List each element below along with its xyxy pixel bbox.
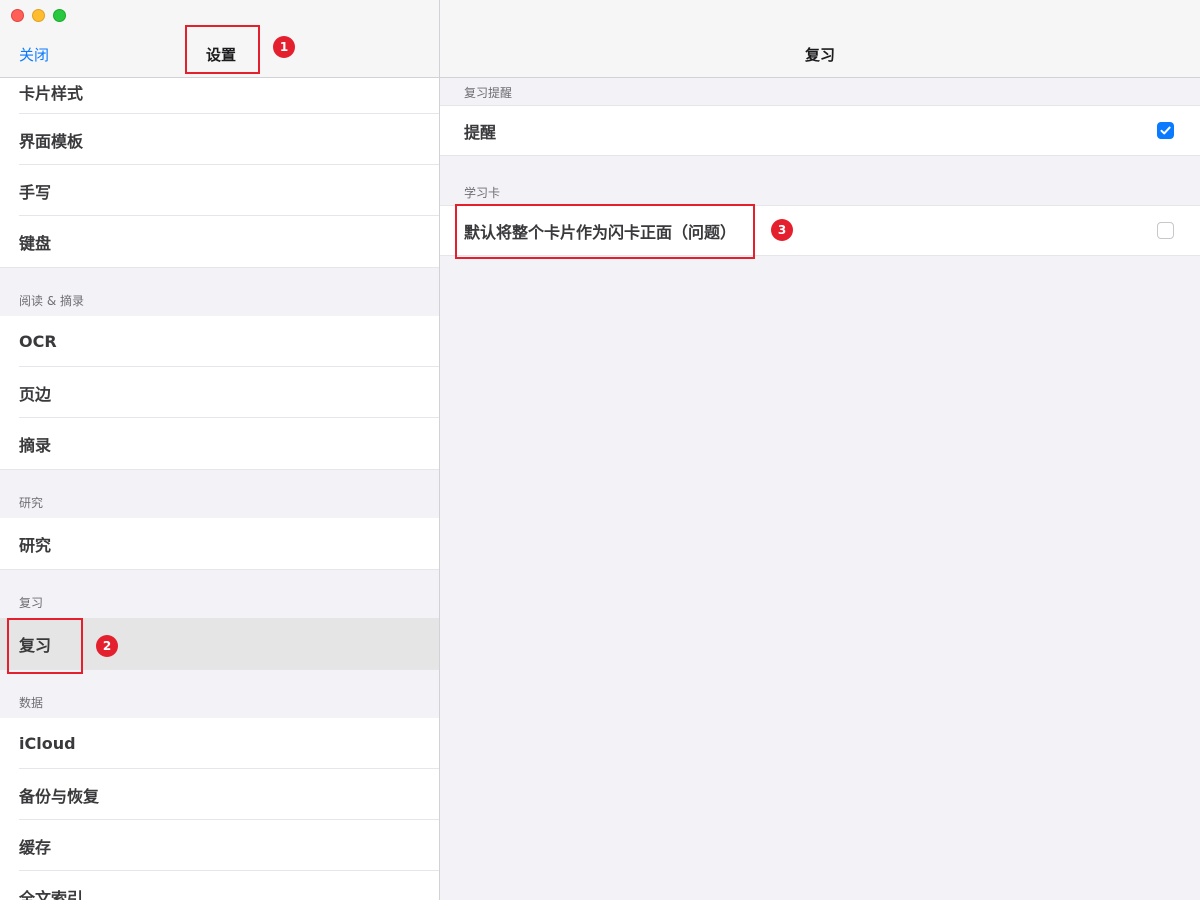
sidebar-item-ui-template[interactable]: 界面模板 [0, 114, 439, 165]
checkmark-icon [1160, 126, 1171, 135]
section-header-review: 复习 [0, 569, 439, 618]
flashcard-default-row[interactable]: 默认将整个卡片作为闪卡正面（问题） [440, 205, 1200, 256]
section-header-reading: 阅读 & 摘录 [0, 267, 439, 316]
reminder-checkbox[interactable] [1157, 122, 1174, 139]
sidebar-item-cache[interactable]: 缓存 [0, 820, 439, 871]
section-header-research: 研究 [0, 469, 439, 518]
sidebar-item-review[interactable]: 复习 [0, 618, 439, 669]
sidebar-item-card-style[interactable]: 卡片样式 [0, 78, 439, 114]
sidebar-item-margin[interactable]: 页边 [0, 367, 439, 418]
sidebar-item-research[interactable]: 研究 [0, 518, 439, 569]
sidebar-item-fulltext-index[interactable]: 全文索引 [0, 871, 439, 900]
close-window-icon[interactable] [11, 9, 24, 22]
settings-list: 卡片样式 界面模板 手写 键盘 阅读 & 摘录 OCR 页边 摘录 研究 研究 … [0, 78, 439, 900]
detail-title: 复习 [804, 46, 835, 64]
sidebar-item-keyboard[interactable]: 键盘 [0, 216, 439, 267]
reminder-row[interactable]: 提醒 [440, 105, 1200, 156]
annotation-badge-1: 1 [273, 36, 295, 58]
sidebar-item-ocr[interactable]: OCR [0, 316, 439, 367]
sidebar-header: 关闭 设置 [0, 0, 439, 78]
settings-sidebar: 关闭 设置 卡片样式 界面模板 手写 键盘 阅读 & 摘录 OCR 页边 摘录 … [0, 0, 440, 900]
reminder-label: 提醒 [464, 122, 497, 142]
sidebar-item-excerpt[interactable]: 摘录 [0, 418, 439, 469]
sidebar-item-handwriting[interactable]: 手写 [0, 165, 439, 216]
section-header-review-reminder: 复习提醒 [464, 86, 513, 100]
annotation-badge-3: 3 [771, 219, 793, 241]
sidebar-item-backup-restore[interactable]: 备份与恢复 [0, 769, 439, 820]
flashcard-default-checkbox[interactable] [1157, 222, 1174, 239]
window-controls [11, 9, 66, 22]
sidebar-title: 设置 [206, 46, 237, 64]
annotation-badge-2: 2 [96, 635, 118, 657]
flashcard-default-label: 默认将整个卡片作为闪卡正面（问题） [464, 222, 737, 242]
app-window: 关闭 设置 卡片样式 界面模板 手写 键盘 阅读 & 摘录 OCR 页边 摘录 … [0, 0, 1200, 900]
detail-pane: 复习 复习提醒 提醒 学习卡 默认将整个卡片作为闪卡正面（问题） [440, 0, 1200, 900]
minimize-window-icon[interactable] [32, 9, 45, 22]
sidebar-item-icloud[interactable]: iCloud [0, 718, 439, 769]
close-button[interactable]: 关闭 [19, 44, 49, 65]
section-header-data: 数据 [0, 669, 439, 718]
section-header-flashcard: 学习卡 [464, 186, 501, 200]
zoom-window-icon[interactable] [53, 9, 66, 22]
detail-header: 复习 [440, 0, 1200, 78]
